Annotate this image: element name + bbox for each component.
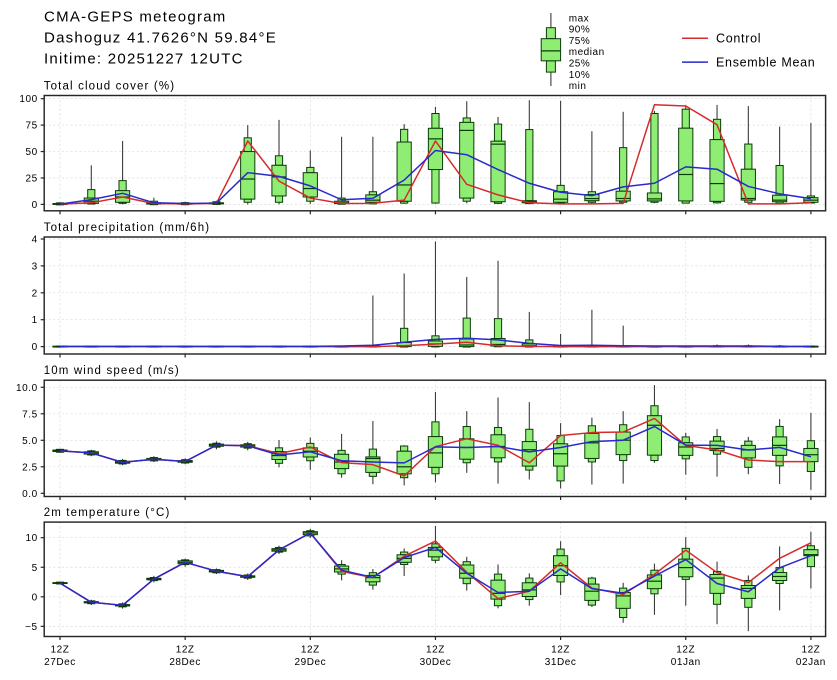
svg-text:CMA-GEPS meteogram: CMA-GEPS meteogram — [44, 9, 227, 26]
svg-text:90%: 90% — [569, 25, 591, 36]
svg-text:Initime: 20251227 12UTC: Initime: 20251227 12UTC — [44, 51, 244, 68]
svg-text:0: 0 — [32, 342, 38, 353]
svg-text:0: 0 — [32, 200, 38, 211]
svg-text:median: median — [569, 47, 605, 58]
svg-text:12Z: 12Z — [551, 644, 570, 655]
svg-text:−5: −5 — [25, 622, 38, 633]
svg-text:2: 2 — [32, 288, 38, 299]
svg-text:5: 5 — [32, 563, 38, 574]
svg-text:25: 25 — [25, 173, 37, 184]
svg-text:12Z: 12Z — [51, 644, 70, 655]
svg-text:12Z: 12Z — [801, 644, 820, 655]
svg-text:10.0: 10.0 — [16, 383, 38, 394]
svg-text:Control: Control — [716, 32, 761, 46]
svg-text:75%: 75% — [569, 36, 591, 47]
svg-text:2m temperature (°C): 2m temperature (°C) — [44, 507, 171, 519]
svg-text:5.0: 5.0 — [22, 436, 38, 447]
svg-text:12Z: 12Z — [301, 644, 320, 655]
svg-text:01Jan: 01Jan — [671, 657, 701, 668]
svg-text:12Z: 12Z — [176, 644, 195, 655]
svg-text:2.5: 2.5 — [22, 462, 38, 473]
svg-text:28Dec: 28Dec — [169, 657, 201, 668]
svg-text:max: max — [569, 13, 590, 24]
svg-text:10: 10 — [25, 533, 37, 544]
svg-text:0.0: 0.0 — [22, 489, 38, 500]
svg-text:Ensemble Mean: Ensemble Mean — [716, 55, 815, 69]
svg-text:3: 3 — [32, 261, 38, 272]
svg-text:Total cloud cover (%): Total cloud cover (%) — [44, 81, 176, 93]
svg-text:Total precipitation (mm/6h): Total precipitation (mm/6h) — [44, 222, 211, 234]
svg-text:Dashoguz 41.7626°N 59.84°E: Dashoguz 41.7626°N 59.84°E — [44, 30, 277, 47]
svg-text:27Dec: 27Dec — [44, 657, 76, 668]
svg-text:10%: 10% — [569, 70, 591, 81]
svg-text:30Dec: 30Dec — [420, 657, 452, 668]
svg-text:75: 75 — [25, 121, 37, 132]
svg-text:0: 0 — [32, 592, 38, 603]
svg-text:7.5: 7.5 — [22, 409, 38, 420]
svg-text:02Jan: 02Jan — [796, 657, 826, 668]
svg-text:12Z: 12Z — [676, 644, 695, 655]
svg-text:1: 1 — [32, 315, 38, 326]
svg-text:10m wind speed (m/s): 10m wind speed (m/s) — [44, 365, 180, 377]
svg-text:31Dec: 31Dec — [545, 657, 577, 668]
svg-text:25%: 25% — [569, 59, 591, 70]
svg-text:min: min — [569, 81, 587, 92]
svg-text:50: 50 — [25, 147, 37, 158]
svg-text:4: 4 — [32, 235, 38, 246]
svg-text:12Z: 12Z — [426, 644, 445, 655]
svg-text:29Dec: 29Dec — [294, 657, 326, 668]
svg-text:100: 100 — [19, 94, 37, 105]
